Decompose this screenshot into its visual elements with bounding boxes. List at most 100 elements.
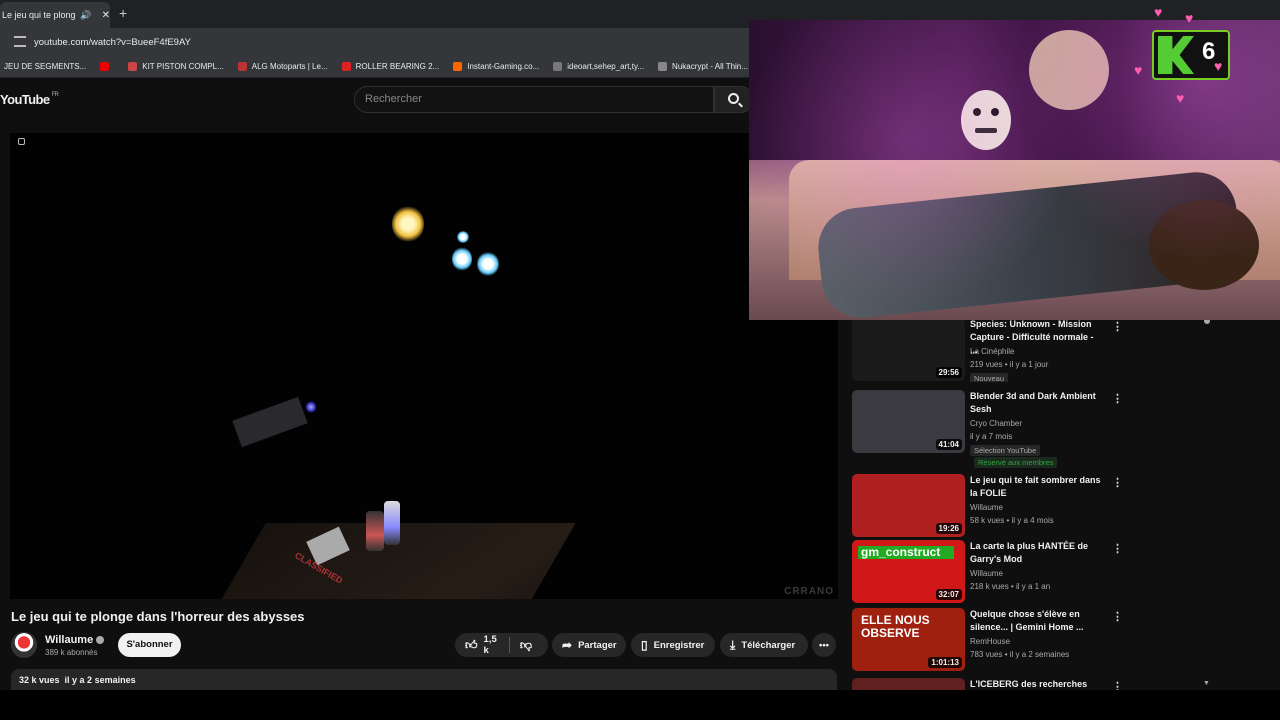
recommendation-meta: il y a 7 mois bbox=[970, 432, 1013, 441]
laptop bbox=[232, 396, 308, 448]
share-label: Partager bbox=[578, 639, 617, 651]
more-options-icon[interactable]: ⋮ bbox=[1112, 542, 1123, 555]
screen: Le jeu qui te plonge dans 🔊 ✕ + youtube.… bbox=[0, 0, 1280, 720]
video-duration: 41:04 bbox=[935, 439, 962, 450]
like-dislike-group: 👍︎ 1,5 k 👎︎ bbox=[455, 633, 548, 657]
recommendation-item[interactable]: 41:04 Blender 3d and Dark Ambient Sesh Cry… bbox=[852, 390, 1207, 471]
recommendation-item[interactable]: 29:56 Species: Unknown - Mission Capture … bbox=[852, 318, 1207, 382]
recommendation-title[interactable]: Blender 3d and Dark Ambient Sesh bbox=[970, 390, 1102, 416]
download-button[interactable]: ⤓ Télécharger bbox=[720, 633, 808, 657]
bookmark-item[interactable]: ALG Motoparts | Le... bbox=[237, 62, 328, 71]
search-input[interactable]: Rechercher bbox=[354, 86, 714, 113]
recommendation-channel[interactable]: La Cinéphile bbox=[970, 347, 1014, 356]
bookmark-favicon-icon bbox=[237, 62, 247, 71]
save-button[interactable]: ▯ Enregistrer bbox=[631, 633, 715, 657]
recommendation-title[interactable]: La carte la plus HANTÉE de Garry's Mod bbox=[970, 540, 1102, 566]
desk-surface bbox=[144, 523, 576, 599]
more-options-icon[interactable]: ⋮ bbox=[1112, 392, 1123, 405]
bookmark-label: KIT PISTON COMPL... bbox=[142, 62, 224, 71]
thumbnail-text: gm_construct bbox=[858, 546, 954, 559]
heart-icon: ♥ bbox=[1176, 90, 1185, 106]
video-thumbnail[interactable]: ELLE NOUS OBSERVE 1:01:13 bbox=[852, 608, 965, 671]
description-box[interactable]: 32 k vues il y a 2 semaines bbox=[11, 669, 837, 690]
divider bbox=[509, 637, 510, 653]
recommendation-meta: 218 k vues • il y a 1 an bbox=[970, 582, 1051, 591]
recommendation-meta: 783 vues • il y a 2 semaines bbox=[970, 650, 1070, 659]
more-options-icon[interactable]: ⋮ bbox=[1112, 610, 1123, 623]
like-count[interactable]: 1,5 k bbox=[484, 634, 498, 656]
bookmark-item[interactable]: KIT PISTON COMPL... bbox=[128, 62, 224, 71]
bookmark-item[interactable] bbox=[100, 62, 114, 71]
scroll-down-arrow[interactable]: ▼ bbox=[1203, 680, 1210, 687]
recommendation-badge: Sélection YouTube bbox=[970, 445, 1041, 456]
more-actions-button[interactable]: ••• bbox=[812, 633, 836, 657]
download-icon: ⤓ bbox=[730, 637, 736, 652]
thumbs-up-icon[interactable]: 👍︎ bbox=[465, 638, 478, 653]
recommendation-item[interactable]: L'ICEBERG des recherches ⋮ bbox=[852, 678, 1207, 690]
more-options-icon[interactable]: ⋮ bbox=[1112, 476, 1123, 489]
bookmark-favicon-icon bbox=[128, 62, 138, 71]
bookmark-label: ROLLER BEARING 2... bbox=[355, 62, 440, 71]
tab-title: Le jeu qui te plonge dans bbox=[2, 10, 76, 20]
bookmark-label: Nukacrypt - All Thin... bbox=[672, 62, 748, 71]
search-button[interactable] bbox=[714, 86, 754, 113]
recommendation-channel[interactable]: Willaume bbox=[970, 503, 1003, 512]
subscriber-count: 389 k abonnés bbox=[45, 648, 98, 657]
bookmark-item[interactable]: ROLLER BEARING 2... bbox=[341, 62, 440, 71]
site-settings-icon[interactable] bbox=[14, 36, 26, 47]
more-options-icon[interactable]: ⋮ bbox=[1112, 680, 1123, 690]
blue-light bbox=[477, 252, 499, 276]
thumbnail-text: ELLE NOUS OBSERVE bbox=[861, 613, 930, 640]
jar-object bbox=[366, 511, 384, 551]
video-thumbnail[interactable]: 19:26 bbox=[852, 474, 965, 537]
recommendation-channel[interactable]: RemHouse bbox=[970, 637, 1010, 646]
channel-name[interactable]: Willaume bbox=[45, 634, 105, 646]
browser-tab[interactable]: Le jeu qui te plonge dans 🔊 ✕ bbox=[0, 2, 110, 28]
blue-light bbox=[452, 247, 472, 271]
channel-name-text: Willaume bbox=[45, 634, 94, 646]
bookmark-icon: ▯ bbox=[641, 638, 648, 652]
recommendation-channel[interactable]: Willaume bbox=[970, 569, 1003, 578]
video-thumbnail[interactable]: 29:56 bbox=[852, 318, 965, 381]
bookmark-label: JEU DE SEGMENTS... bbox=[4, 62, 87, 71]
video-thumbnail[interactable]: gm_construct 32:07 bbox=[852, 540, 965, 603]
video-title: Le jeu qui te plonge dans l'horreur des … bbox=[11, 609, 305, 624]
share-button[interactable]: ➦ Partager bbox=[552, 633, 626, 657]
more-options-icon[interactable]: ⋮ bbox=[1112, 320, 1123, 333]
speaker-icon[interactable]: 🔊 bbox=[80, 10, 91, 21]
logo-region: FR bbox=[51, 92, 59, 98]
recommendation-item[interactable]: ELLE NOUS OBSERVE 1:01:13 Quelque chose s'… bbox=[852, 608, 1207, 672]
channel-avatar[interactable] bbox=[11, 632, 37, 658]
bookmark-item[interactable]: JEU DE SEGMENTS... bbox=[4, 62, 86, 71]
bookmark-favicon-icon bbox=[553, 62, 563, 71]
recommendation-title[interactable]: Le jeu qui te fait sombrer dans la FOLIE bbox=[970, 474, 1102, 500]
bookmark-item[interactable]: Nukacrypt - All Thin... bbox=[658, 62, 748, 71]
bookmark-item[interactable]: Instant-Gaming.co... bbox=[453, 62, 539, 71]
video-player[interactable]: CLASSIFIED CRRANO bbox=[10, 133, 838, 599]
search-icon bbox=[728, 93, 739, 104]
bookmark-item[interactable]: ideoart,sehep_art,ty... bbox=[553, 62, 644, 71]
save-label: Enregistrer bbox=[653, 639, 705, 651]
jar-object bbox=[384, 501, 400, 545]
bookmark-label: ALG Motoparts | Le... bbox=[251, 62, 328, 71]
video-duration: 1:01:13 bbox=[928, 657, 962, 668]
video-duration: 32:07 bbox=[935, 589, 962, 600]
close-icon[interactable]: ✕ bbox=[102, 10, 110, 21]
video-thumbnail[interactable]: 41:04 bbox=[852, 390, 965, 453]
view-count: 32 k vues bbox=[19, 675, 60, 685]
url-field[interactable]: youtube.com/watch?v=BueeF4fE9AY bbox=[34, 37, 191, 48]
recommendation-title[interactable]: L'ICEBERG des recherches bbox=[970, 678, 1102, 690]
yellow-light bbox=[392, 205, 424, 243]
recommendation-title[interactable]: Quelque chose s'élève en silence... | Ge… bbox=[970, 608, 1102, 634]
recommendation-channel[interactable]: Cryo Chamber bbox=[970, 419, 1022, 428]
heart-icon: ♥ bbox=[1134, 62, 1143, 78]
new-tab-icon[interactable]: + bbox=[119, 5, 127, 21]
video-thumbnail[interactable] bbox=[852, 678, 965, 690]
recommendation-item[interactable]: gm_construct 32:07 La carte la plus HANTÉE… bbox=[852, 540, 1207, 604]
bookmark-label: Instant-Gaming.co... bbox=[467, 62, 540, 71]
bookmark-label: ideoart,sehep_art,ty... bbox=[567, 62, 645, 71]
thumbs-down-icon[interactable]: 👎︎ bbox=[520, 638, 532, 653]
youtube-logo[interactable]: YouTube FR bbox=[0, 92, 59, 107]
recommendation-item[interactable]: 19:26 Le jeu qui te fait sombrer dans la … bbox=[852, 474, 1207, 538]
subscribe-button[interactable]: S'abonner bbox=[118, 633, 181, 657]
